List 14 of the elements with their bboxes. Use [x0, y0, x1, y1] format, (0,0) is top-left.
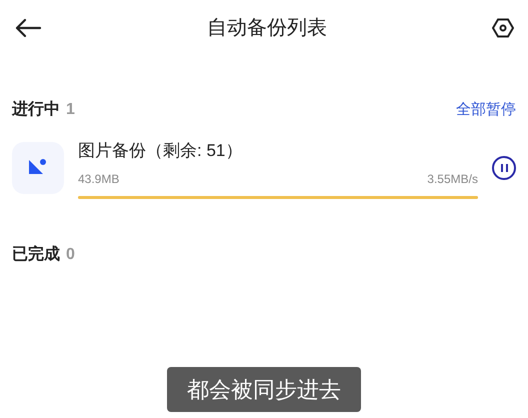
- section-heading: 进行中: [12, 100, 60, 120]
- page-title: 自动备份列表: [207, 16, 327, 41]
- photo-icon: [12, 142, 64, 194]
- backup-name: 图片备份（剩余: 51）: [78, 140, 244, 162]
- caption: 都会被同步进去: [167, 367, 361, 412]
- section-count: 1: [66, 100, 75, 120]
- pause-all-link[interactable]: 全部暂停: [456, 98, 516, 122]
- pause-button[interactable]: [492, 156, 516, 180]
- section-count: 0: [66, 244, 75, 264]
- section-heading: 已完成: [12, 244, 60, 264]
- backup-size: 43.9MB: [78, 170, 120, 188]
- settings-icon[interactable]: [492, 17, 514, 39]
- back-arrow-icon[interactable]: [14, 18, 42, 38]
- backup-speed: 3.55MB/s: [427, 170, 478, 188]
